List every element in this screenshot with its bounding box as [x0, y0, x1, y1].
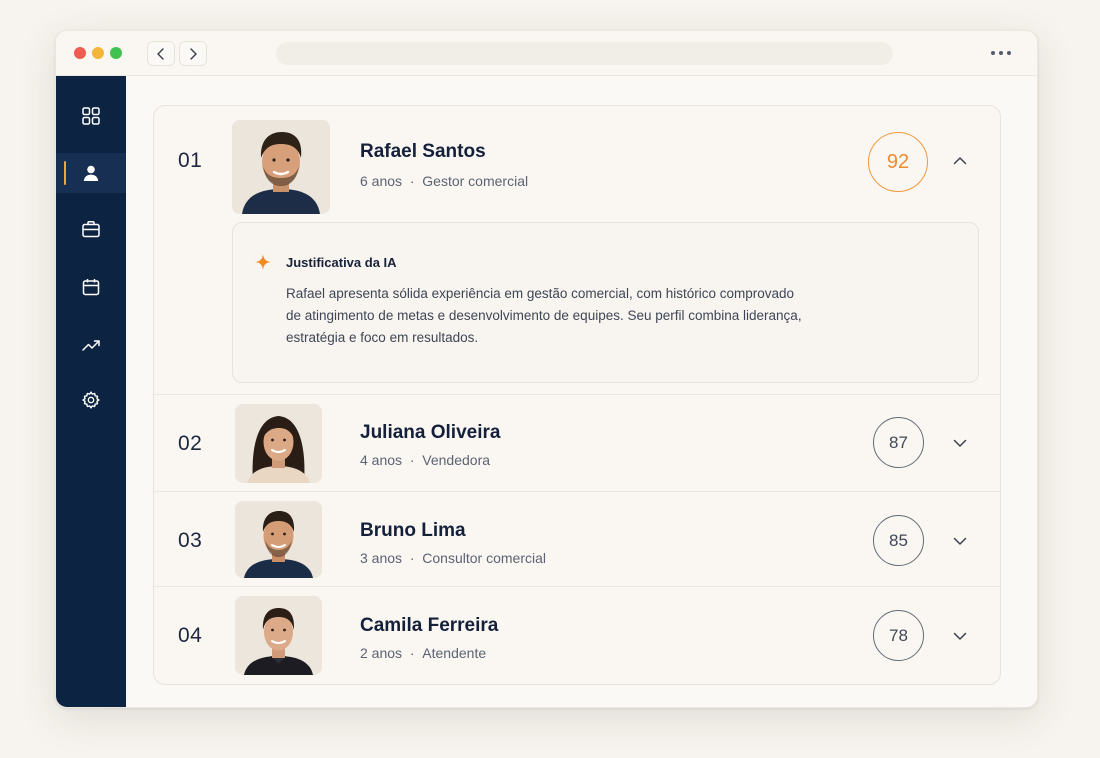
briefcase-icon	[82, 221, 100, 238]
candidate-ranking-card: 01 Rafael Santos 6 anos · Gestor comerci…	[153, 105, 1001, 685]
candidate-rank: 02	[178, 432, 203, 455]
sidebar-item-settings[interactable]	[56, 380, 126, 420]
candidate-experience: 3 anos	[360, 550, 403, 566]
candidate-role: Vendedora	[422, 452, 491, 468]
title-bar	[56, 31, 1037, 76]
score-value: 85	[889, 530, 908, 550]
chevron-down-icon[interactable]	[950, 531, 970, 551]
chevron-down-icon[interactable]	[950, 433, 970, 453]
more-options-button[interactable]	[991, 43, 1011, 63]
candidate-meta: 2 anos · Atendente	[360, 645, 486, 661]
gear-icon	[82, 391, 100, 409]
candidate-rank: 03	[178, 529, 203, 552]
score-badge: 87	[873, 417, 924, 468]
forward-button[interactable]	[179, 41, 207, 66]
candidate-role: Atendente	[422, 645, 487, 661]
justification-title: Justificativa da IA	[286, 255, 397, 270]
candidate-rank: 04	[178, 624, 203, 647]
candidate-meta: 6 anos · Gestor comercial	[360, 173, 528, 189]
candidate-name: Juliana Oliveira	[360, 422, 501, 443]
chevron-down-icon[interactable]	[950, 626, 970, 646]
candidate-name: Camila Ferreira	[360, 615, 499, 636]
candidate-row: 01 Rafael Santos 6 anos · Gestor comerci…	[154, 106, 1000, 395]
candidate-row[interactable]: 03 Bruno Lima 3 anos · Consultor comerci…	[154, 492, 1000, 587]
candidate-row[interactable]: 04 Camila Ferreira 2 anos · Atendente 78	[154, 587, 1000, 684]
close-window-button[interactable]	[74, 47, 86, 59]
candidate-name: Rafael Santos	[360, 141, 486, 162]
meta-separator: ·	[409, 645, 415, 661]
sidebar-item-dashboard[interactable]	[56, 96, 126, 136]
calendar-icon	[82, 279, 100, 296]
score-badge: 92	[868, 132, 928, 192]
avatar	[235, 501, 322, 578]
candidate-experience: 4 anos	[360, 452, 403, 468]
score-value: 92	[886, 150, 910, 173]
score-value: 87	[889, 432, 908, 452]
avatar	[232, 120, 330, 214]
chevron-up-icon[interactable]	[950, 151, 970, 171]
user-icon	[83, 165, 99, 181]
chevron-right-icon	[190, 47, 197, 60]
chevron-left-icon	[157, 47, 164, 60]
minimize-window-button[interactable]	[92, 47, 104, 59]
candidate-rank: 01	[178, 149, 203, 172]
browser-window: 01 Rafael Santos 6 anos · Gestor comerci…	[55, 30, 1038, 708]
sidebar-item-analytics[interactable]	[56, 325, 126, 365]
sidebar-item-jobs[interactable]	[56, 209, 126, 249]
candidate-name: Bruno Lima	[360, 520, 466, 541]
ai-justification-panel: Justificativa da IA Rafael apresenta sól…	[232, 222, 979, 383]
grid-icon	[82, 107, 100, 125]
trending-up-icon	[82, 340, 100, 351]
score-badge: 78	[873, 610, 924, 661]
candidate-experience: 6 anos	[360, 173, 403, 189]
back-button[interactable]	[147, 41, 175, 66]
meta-separator: ·	[409, 550, 415, 566]
sidebar-item-candidates[interactable]	[56, 153, 126, 193]
sidebar-item-calendar[interactable]	[56, 267, 126, 307]
meta-separator: ·	[409, 173, 415, 189]
candidate-role: Gestor comercial	[422, 173, 529, 189]
sparkle-icon	[255, 254, 271, 270]
more-dots-icon	[991, 51, 995, 55]
address-bar[interactable]	[276, 42, 893, 65]
score-value: 78	[889, 625, 908, 645]
sidebar	[56, 76, 126, 707]
avatar	[235, 596, 322, 675]
avatar	[235, 404, 322, 483]
candidate-experience: 2 anos	[360, 645, 403, 661]
meta-separator: ·	[409, 452, 415, 468]
candidate-role: Consultor comercial	[422, 550, 546, 566]
justification-text: Rafael apresenta sólida experiência em g…	[286, 286, 802, 345]
candidate-row[interactable]: 02 Juliana Oliveira 4 anos · Vendedora 8…	[154, 395, 1000, 492]
candidate-meta: 4 anos · Vendedora	[360, 452, 490, 468]
candidate-meta: 3 anos · Consultor comercial	[360, 550, 546, 566]
score-badge: 85	[873, 515, 924, 566]
maximize-window-button[interactable]	[110, 47, 122, 59]
